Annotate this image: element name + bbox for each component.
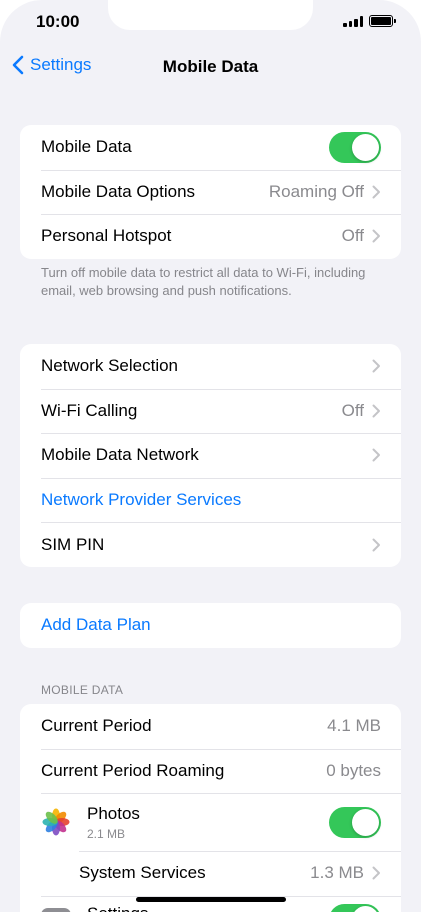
system-services-label: System Services <box>79 863 206 883</box>
network-selection-label: Network Selection <box>41 356 179 376</box>
add-data-plan-link[interactable]: Add Data Plan <box>41 615 381 635</box>
sim-pin-row[interactable]: SIM PIN <box>20 522 401 567</box>
photos-row: Photos 2.1 MB <box>20 793 401 851</box>
page-title: Mobile Data <box>162 57 259 76</box>
sim-pin-label: SIM PIN <box>41 534 105 554</box>
network-provider-services-row[interactable]: Network Provider Services <box>20 477 401 523</box>
personal-hotspot-label: Personal Hotspot <box>41 226 172 246</box>
add-data-plan-group: Add Data Plan <box>20 603 401 648</box>
network-provider-services-link[interactable]: Network Provider Services <box>41 490 381 510</box>
current-period-row: Current Period 4.1 MB <box>20 704 401 749</box>
mobile-data-label: Mobile Data <box>41 137 132 157</box>
chevron-right-icon <box>372 448 380 462</box>
settings-gear-icon <box>41 907 71 912</box>
chevron-right-icon <box>372 185 380 199</box>
signal-icon <box>343 16 363 27</box>
chevron-right-icon <box>372 359 380 373</box>
chevron-right-icon <box>372 538 380 552</box>
current-period-value: 4.1 MB <box>327 716 381 736</box>
personal-hotspot-row[interactable]: Personal Hotspot Off <box>20 214 401 259</box>
system-services-value: 1.3 MB <box>310 863 364 883</box>
wifi-calling-value: Off <box>341 400 364 420</box>
status-icons <box>343 15 396 27</box>
mobile-data-section-header: MOBILE DATA <box>41 683 124 697</box>
status-time: 10:00 <box>36 12 80 31</box>
chevron-right-icon <box>372 404 380 418</box>
mobile-data-options-row[interactable]: Mobile Data Options Roaming Off <box>20 169 401 215</box>
mobile-data-toggle[interactable] <box>329 131 381 163</box>
settings-app-name: Settings <box>87 904 329 912</box>
settings-screen: 10:00 Settings Mobile Data Mobile Data M… <box>0 0 421 912</box>
current-period-roaming-value: 0 bytes <box>326 760 381 780</box>
current-period-roaming-row: Current Period Roaming 0 bytes <box>20 748 401 794</box>
mobile-data-row: Mobile Data <box>20 125 401 170</box>
wifi-calling-label: Wi-Fi Calling <box>41 400 138 420</box>
personal-hotspot-value: Off <box>341 226 364 246</box>
current-period-roaming-label: Current Period Roaming <box>41 760 225 780</box>
battery-icon <box>369 15 396 27</box>
photos-toggle[interactable] <box>329 806 381 838</box>
photos-usage: 2.1 MB <box>87 826 126 841</box>
mobile-data-options-label: Mobile Data Options <box>41 181 196 201</box>
mobile-data-options-value: Roaming Off <box>268 181 364 201</box>
system-services-row[interactable]: System Services 1.3 MB <box>20 851 401 896</box>
settings-app-text: Settings <box>87 904 329 912</box>
wifi-calling-row[interactable]: Wi-Fi Calling Off <box>20 388 401 434</box>
mobile-data-network-row[interactable]: Mobile Data Network <box>20 433 401 478</box>
photos-name: Photos <box>87 803 140 823</box>
mobile-data-footnote: Turn off mobile data to restrict all dat… <box>41 265 366 298</box>
chevron-right-icon <box>372 229 380 243</box>
photos-icon <box>42 808 70 836</box>
chevron-right-icon <box>372 866 380 880</box>
settings-app-toggle[interactable] <box>329 903 381 912</box>
network-group: Network Selection Wi-Fi Calling Off Mobi… <box>20 344 401 567</box>
add-data-plan-row[interactable]: Add Data Plan <box>20 603 401 648</box>
mobile-data-group: Mobile Data Mobile Data Options Roaming … <box>20 125 401 259</box>
current-period-label: Current Period <box>41 716 152 736</box>
notch <box>108 0 313 30</box>
navigation-bar: Settings Mobile Data <box>0 52 421 82</box>
mobile-data-usage-group: Current Period 4.1 MB Current Period Roa… <box>20 704 401 912</box>
photos-text: Photos 2.1 MB <box>87 804 329 841</box>
home-indicator <box>136 897 286 902</box>
network-selection-row[interactable]: Network Selection <box>20 344 401 389</box>
mobile-data-network-label: Mobile Data Network <box>41 445 199 465</box>
